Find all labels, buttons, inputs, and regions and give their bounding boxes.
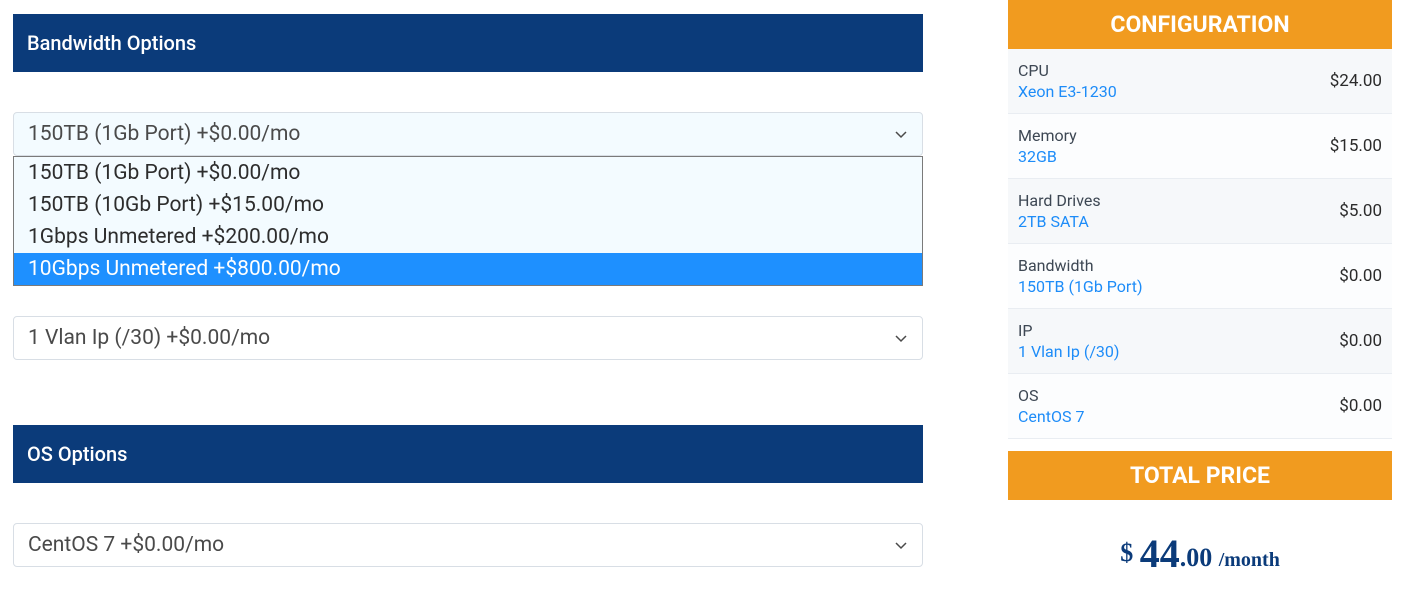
total-price: $ 44.00 /month [1008,500,1392,587]
chevron-down-icon [894,331,908,345]
config-price: $5.00 [1339,201,1382,221]
total-amount-major: 44 [1140,531,1180,576]
config-label: Memory [1018,126,1077,145]
total-amount-minor: .00 [1180,543,1219,572]
configuration-header: CONFIGURATION [1008,0,1392,49]
bandwidth-option[interactable]: 150TB (10Gb Port) +$15.00/mo [14,189,922,221]
bandwidth-select[interactable]: 150TB (1Gb Port) +$0.00/mo [13,112,923,156]
chevron-down-icon [894,538,908,552]
config-price: $24.00 [1330,71,1382,91]
bandwidth-options-header: Bandwidth Options [13,14,923,72]
ip-select-value: 1 Vlan Ip (/30) +$0.00/mo [28,326,270,350]
total-price-header: TOTAL PRICE [1008,451,1392,500]
config-price: $0.00 [1339,266,1382,286]
left-column: Bandwidth Options 150TB (1Gb Port) +$0.0… [13,14,923,567]
config-label: IP [1018,321,1119,340]
bandwidth-option[interactable]: 10Gbps Unmetered +$800.00/mo [14,253,922,285]
config-price: $0.00 [1339,331,1382,351]
config-row: Memory 32GB $15.00 [1008,114,1392,179]
bandwidth-option[interactable]: 1Gbps Unmetered +$200.00/mo [14,221,922,253]
bandwidth-options-header-text: Bandwidth Options [27,31,196,55]
config-price: $0.00 [1339,396,1382,416]
config-price: $15.00 [1330,136,1382,156]
config-row: CPU Xeon E3-1230 $24.00 [1008,49,1392,114]
total-price-header-text: TOTAL PRICE [1130,462,1270,489]
config-value[interactable]: 32GB [1018,147,1077,166]
ip-select[interactable]: 1 Vlan Ip (/30) +$0.00/mo [13,316,923,360]
total-currency: $ [1120,538,1140,567]
config-label: CPU [1018,61,1117,80]
config-row-left: IP 1 Vlan Ip (/30) [1018,321,1119,361]
total-suffix: /month [1219,549,1280,571]
right-column: CONFIGURATION CPU Xeon E3-1230 $24.00 Me… [1008,0,1392,587]
os-select-value: CentOS 7 +$0.00/mo [28,533,224,557]
config-row: OS CentOS 7 $0.00 [1008,374,1392,439]
bandwidth-select-value: 150TB (1Gb Port) +$0.00/mo [28,122,300,146]
config-value[interactable]: 150TB (1Gb Port) [1018,277,1143,296]
config-row-left: CPU Xeon E3-1230 [1018,61,1117,101]
config-label: OS [1018,386,1084,405]
config-value[interactable]: 2TB SATA [1018,212,1101,231]
os-select[interactable]: CentOS 7 +$0.00/mo [13,523,923,567]
config-value[interactable]: 1 Vlan Ip (/30) [1018,342,1119,361]
config-row-left: Bandwidth 150TB (1Gb Port) [1018,256,1143,296]
config-row-left: Memory 32GB [1018,126,1077,166]
config-value[interactable]: Xeon E3-1230 [1018,82,1117,101]
bandwidth-dropdown: 150TB (1Gb Port) +$0.00/mo 150TB (10Gb P… [13,156,923,286]
config-row: IP 1 Vlan Ip (/30) $0.00 [1008,309,1392,374]
config-row: Hard Drives 2TB SATA $5.00 [1008,179,1392,244]
bandwidth-option[interactable]: 150TB (1Gb Port) +$0.00/mo [14,157,922,189]
config-value[interactable]: CentOS 7 [1018,407,1084,426]
config-label: Bandwidth [1018,256,1143,275]
os-options-header-text: OS Options [27,442,127,466]
config-row-left: OS CentOS 7 [1018,386,1084,426]
config-row-left: Hard Drives 2TB SATA [1018,191,1101,231]
config-label: Hard Drives [1018,191,1101,210]
chevron-down-icon [894,127,908,141]
config-row: Bandwidth 150TB (1Gb Port) $0.00 [1008,244,1392,309]
os-options-header: OS Options [13,425,923,483]
configuration-header-text: CONFIGURATION [1110,11,1289,38]
